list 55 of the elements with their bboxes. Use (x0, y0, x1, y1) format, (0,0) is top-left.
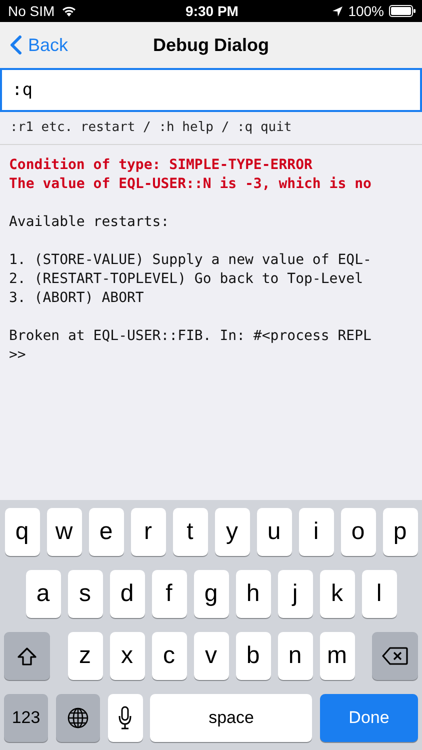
letter-key[interactable]: h (236, 570, 270, 618)
letter-key[interactable]: w (46, 508, 82, 556)
command-hint: :r1 etc. restart / :h help / :q quit (0, 112, 422, 145)
console-line: Available restarts: (9, 213, 170, 232)
numbers-key[interactable]: 123 (4, 694, 48, 742)
globe-key[interactable] (56, 694, 100, 742)
command-input-field[interactable]: :q (0, 68, 422, 112)
letter-key[interactable]: k (320, 570, 354, 618)
letter-key[interactable]: d (110, 570, 144, 618)
console-line: 1. (STORE-VALUE) Supply a new value of EQL- (9, 251, 372, 270)
letter-key[interactable]: q (4, 508, 40, 556)
clock-time: 9:30 PM (186, 3, 238, 19)
shift-key[interactable] (4, 632, 50, 680)
space-bar[interactable]: space (150, 694, 312, 742)
done-button[interactable]: Done (320, 694, 418, 742)
letter-key[interactable]: m (320, 632, 354, 680)
letter-key[interactable]: j (278, 570, 312, 618)
dictation-key[interactable] (108, 694, 142, 742)
location-arrow-icon (332, 6, 344, 16)
letter-key[interactable]: s (68, 570, 102, 618)
shift-icon (17, 646, 37, 666)
microphone-icon (118, 706, 132, 730)
letter-key[interactable]: c (152, 632, 186, 680)
console-line: 3. (ABORT) ABORT (9, 289, 144, 308)
chevron-left-icon (10, 35, 22, 55)
letter-key[interactable]: z (68, 632, 102, 680)
console-line: Broken at EQL-USER::FIB. In: #<process REPL (9, 327, 372, 346)
letter-key[interactable]: o (340, 508, 376, 556)
battery-icon (389, 5, 416, 17)
screen-title: Debug Dialog (153, 34, 269, 56)
letter-key[interactable]: r (130, 508, 166, 556)
letter-key[interactable]: e (88, 508, 124, 556)
letter-key[interactable]: b (236, 632, 270, 680)
error-message: Condition of type: SIMPLE-TYPE-ERROR (9, 156, 312, 175)
letter-key[interactable]: p (382, 508, 418, 556)
battery-percent: 100% (348, 3, 384, 19)
delete-key[interactable] (372, 632, 418, 680)
letter-key[interactable]: a (26, 570, 60, 618)
letter-key[interactable]: i (298, 508, 334, 556)
wifi-icon (60, 5, 77, 17)
backspace-icon (382, 647, 408, 665)
letter-key[interactable]: t (172, 508, 208, 556)
globe-icon (66, 707, 89, 729)
letter-key[interactable]: y (214, 508, 250, 556)
letter-key[interactable]: v (194, 632, 228, 680)
letter-key[interactable]: l (362, 570, 396, 618)
letter-key[interactable]: n (278, 632, 312, 680)
letter-key[interactable]: f (152, 570, 186, 618)
error-message: The value of EQL-USER::N is -3, which is no (9, 175, 372, 194)
letter-key[interactable]: u (256, 508, 292, 556)
letter-key[interactable]: x (110, 632, 144, 680)
letter-key[interactable]: g (194, 570, 228, 618)
console-line: >> (9, 346, 26, 365)
carrier-label: No SIM (8, 3, 55, 19)
console-line: 2. (RESTART-TOPLEVEL) Go back to Top-Level (9, 270, 364, 289)
